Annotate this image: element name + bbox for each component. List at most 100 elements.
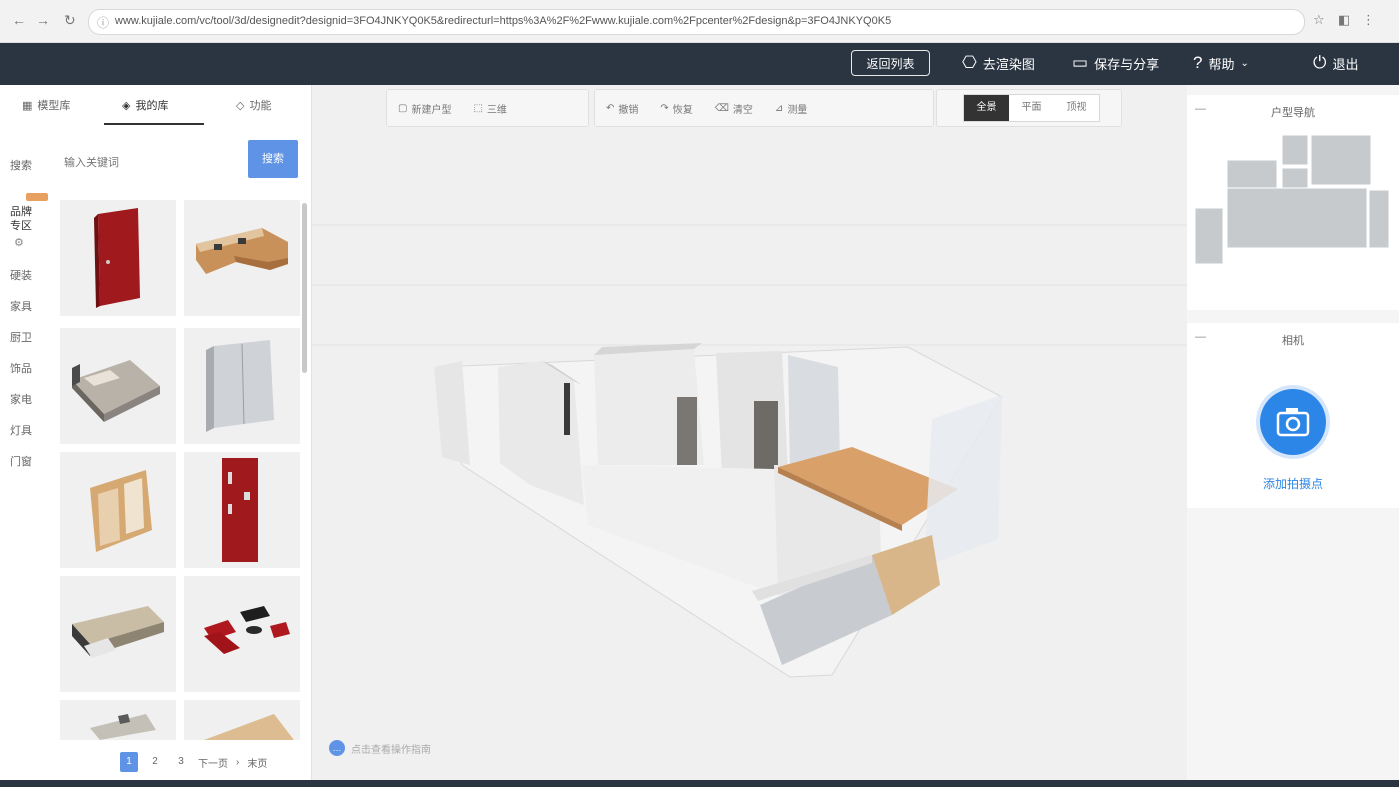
chevron-down-icon: ⌄ xyxy=(1240,57,1249,69)
clear-tool[interactable]: ⌫ 清空 xyxy=(704,101,764,116)
tab-function[interactable]: ◇ 功能 xyxy=(236,97,271,113)
tool-label: 恢复 xyxy=(672,104,693,116)
pagination: 1 2 3 下一页 › 末页 xyxy=(120,752,267,772)
category-brand[interactable]: 品牌专区 xyxy=(10,205,38,233)
red-door-image xyxy=(94,208,140,308)
model-thumbnail-red-panel-door[interactable] xyxy=(184,452,300,568)
toolbar-group-create: ▢ 新建户型 ⬚ 三维 xyxy=(386,89,589,127)
wall-cabinet-image xyxy=(90,470,152,552)
function-icon: ◇ xyxy=(236,99,245,112)
search-input[interactable] xyxy=(62,149,246,177)
model-thumbnail-sectional-sofa[interactable] xyxy=(60,576,176,692)
floor-plan-icon: ▢ xyxy=(398,102,408,114)
model-thumbnail-wall-cabinet[interactable] xyxy=(60,452,176,568)
tool-label: 新建户型 xyxy=(411,104,452,116)
category-hard-decor[interactable]: 硬装 xyxy=(10,269,50,283)
camera-icon xyxy=(1276,408,1310,437)
cube-icon: ⬚ xyxy=(473,102,483,114)
save-share-button[interactable]: ▭ 保存与分享 xyxy=(1072,53,1159,73)
monitor-icon: ▭ xyxy=(1072,53,1089,72)
return-list-button[interactable]: 返回列表 xyxy=(851,50,930,76)
reload-icon[interactable]: ↻ xyxy=(64,12,76,29)
red-panel-door-image xyxy=(222,458,258,562)
category-doors-windows[interactable]: 门窗 xyxy=(10,455,50,469)
category-accessories[interactable]: 饰品 xyxy=(10,362,50,376)
tool-label: 测量 xyxy=(787,104,808,116)
category-furniture[interactable]: 家具 xyxy=(10,300,50,314)
address-bar[interactable]: ⓘ www.kujiale.com/vc/tool/3d/designedit?… xyxy=(88,9,1305,35)
exit-button[interactable]: ⏻ 退出 xyxy=(1313,53,1358,73)
3d-tool[interactable]: ⬚ 三维 xyxy=(462,101,517,116)
exit-label: 退出 xyxy=(1332,56,1359,72)
minimap-card: — 户型导航 xyxy=(1187,95,1399,310)
tab-label: 模型库 xyxy=(37,100,71,112)
back-arrow-icon[interactable]: ← xyxy=(12,12,26,28)
view-mode-panorama[interactable]: 全景 xyxy=(964,95,1009,121)
model-thumbnail-sofa-partial[interactable] xyxy=(60,700,176,740)
right-panel: — 户型导航 — 相机 添加拍摄点 xyxy=(1187,85,1399,780)
wood-partial-image xyxy=(204,714,294,740)
3d-viewport[interactable]: ▢ 新建户型 ⬚ 三维 ↶ 撤销 ↷ 恢复 ⌫ 清空 ⊿ 测量 全景 平面 顶视 xyxy=(312,85,1187,780)
chevron-right-icon[interactable]: › xyxy=(236,757,239,768)
grid-scrollbar[interactable] xyxy=(302,203,307,373)
page-3[interactable]: 3 xyxy=(172,752,190,772)
hint-text: 点击查看操作指南 xyxy=(351,744,431,756)
extension-icon[interactable]: ◧ xyxy=(1338,12,1350,28)
model-thumbnail-bed[interactable] xyxy=(60,328,176,444)
view-mode-top[interactable]: 顶视 xyxy=(1054,95,1099,121)
save-label: 保存与分享 xyxy=(1094,56,1160,72)
sofa-partial-image xyxy=(90,714,156,740)
model-thumbnail-red-door[interactable] xyxy=(60,200,176,316)
category-kitchen-bath[interactable]: 厨卫 xyxy=(10,331,50,345)
measure-icon: ⊿ xyxy=(774,102,784,114)
window-bottom-edge xyxy=(0,780,1399,787)
settings-icon[interactable]: ⚙ xyxy=(14,236,50,249)
minimap-image[interactable] xyxy=(1187,130,1399,310)
redo-icon: ↷ xyxy=(660,102,669,114)
model-library-panel: ▦ 模型库 ◈ 我的库 ◇ 功能 搜索 搜索 品牌专区 ⚙ 硬装 家具 厨卫 饰… xyxy=(0,85,312,780)
undo-tool[interactable]: ↶ 撤销 xyxy=(595,101,649,116)
tab-my-library[interactable]: ◈ 我的库 xyxy=(122,97,168,113)
category-appliances[interactable]: 家电 xyxy=(10,393,50,407)
help-label: 帮助 xyxy=(1208,56,1235,72)
camera-card-title: 相机 xyxy=(1282,335,1304,347)
model-thumbnail-wood-partial[interactable] xyxy=(184,700,300,740)
help-icon: ? xyxy=(1193,53,1203,72)
forward-arrow-icon[interactable]: → xyxy=(36,12,50,28)
my-library-icon: ◈ xyxy=(122,99,131,112)
last-page-link[interactable]: 末页 xyxy=(247,755,267,770)
tab-model-library[interactable]: ▦ 模型库 xyxy=(22,97,70,113)
camera-card: — 相机 添加拍摄点 xyxy=(1187,323,1399,508)
view-mode-plan[interactable]: 平面 xyxy=(1009,95,1054,121)
category-lighting[interactable]: 灯具 xyxy=(10,424,50,438)
add-camera-button[interactable] xyxy=(1260,389,1326,455)
floor-plan-3d-model[interactable] xyxy=(312,85,1187,780)
render-button[interactable]: ⎔ 去渲染图 xyxy=(962,53,1035,73)
library-icon: ▦ xyxy=(22,99,33,112)
add-camera-label[interactable]: 添加拍摄点 xyxy=(1187,475,1399,492)
search-button[interactable]: 搜索 xyxy=(248,140,298,178)
minimap-title: 户型导航 xyxy=(1271,107,1315,119)
model-thumbnail-sofa[interactable] xyxy=(184,200,300,316)
tool-label: 三维 xyxy=(486,104,507,116)
star-icon[interactable]: ☆ xyxy=(1313,12,1325,28)
browser-toolbar: ← → ↻ ⓘ www.kujiale.com/vc/tool/3d/desig… xyxy=(0,0,1399,43)
model-thumbnail-red-sofa-set[interactable] xyxy=(184,576,300,692)
tab-label: 功能 xyxy=(249,100,272,112)
app-header: 返回列表 ⎔ 去渲染图 ▭ 保存与分享 ? 帮助 ⌄ ⏻ 退出 xyxy=(0,43,1399,85)
help-button[interactable]: ? 帮助 ⌄ xyxy=(1193,53,1249,73)
page-1[interactable]: 1 xyxy=(120,752,138,772)
info-icon[interactable]: ⓘ xyxy=(97,14,109,31)
next-page-link[interactable]: 下一页 xyxy=(198,755,228,770)
page-2[interactable]: 2 xyxy=(146,752,164,772)
url-text[interactable]: www.kujiale.com/vc/tool/3d/designedit?de… xyxy=(115,15,1285,27)
tab-label: 我的库 xyxy=(135,100,169,112)
model-thumbnail-wardrobe[interactable] xyxy=(184,328,300,444)
new-floor-plan-tool[interactable]: ▢ 新建户型 xyxy=(387,101,462,116)
render-label: 去渲染图 xyxy=(982,56,1035,72)
menu-icon[interactable]: ⋮ xyxy=(1362,12,1375,28)
redo-tool[interactable]: ↷ 恢复 xyxy=(649,101,703,116)
operation-guide-hint[interactable]: … 点击查看操作指南 xyxy=(329,740,431,756)
power-icon: ⏻ xyxy=(1313,53,1327,72)
measure-tool[interactable]: ⊿ 测量 xyxy=(764,101,818,116)
